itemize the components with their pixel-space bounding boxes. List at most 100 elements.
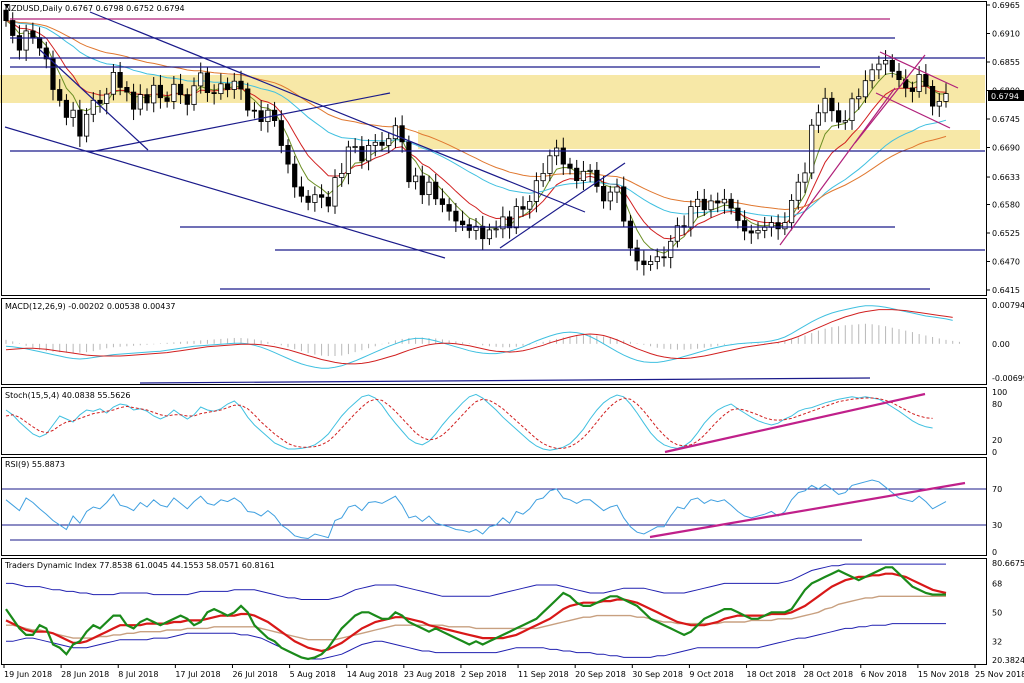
- candle-body: [90, 99, 96, 115]
- candle-body: [406, 141, 412, 183]
- price-tick-label: 0.6855: [992, 58, 1020, 67]
- candle-body: [688, 206, 694, 228]
- candle-body: [130, 91, 137, 110]
- candle-body: [708, 200, 714, 211]
- candle-body: [607, 191, 613, 202]
- x-tick-label: 5 Aug 2018: [290, 670, 336, 679]
- candle-body: [312, 194, 318, 203]
- price-tick-label: 0.6470: [992, 258, 1020, 267]
- candle-body: [231, 80, 237, 90]
- macd-label: MACD(12,26,9) -0.00202 0.00538 0.00437: [5, 302, 176, 311]
- candle-body: [352, 146, 358, 148]
- x-tick-label: 6 Nov 2018: [861, 670, 907, 679]
- candle-body: [936, 101, 942, 107]
- candle-body: [621, 186, 627, 222]
- candle-body: [433, 181, 439, 200]
- candle-body: [486, 229, 493, 240]
- x-tick-label: 30 Sep 2018: [632, 670, 683, 679]
- price-title: NZDUSD,Daily 0.6767 0.6798 0.6752 0.6794: [5, 4, 185, 13]
- macd-tick-label: 0.00794: [992, 301, 1024, 310]
- tdi-tick-label: 32: [992, 637, 1002, 646]
- candle-body: [70, 109, 76, 118]
- candle-body: [372, 141, 378, 146]
- x-tick-label: 28 Jun 2018: [61, 670, 109, 679]
- candle-body: [648, 261, 654, 265]
- candle-body: [654, 256, 660, 262]
- candle-body: [748, 230, 754, 234]
- candle-body: [30, 30, 36, 38]
- stoch-tick-label: 80: [992, 400, 1002, 409]
- candle-body: [84, 113, 90, 137]
- rsi-tick-label: 70: [992, 485, 1002, 494]
- candle-body: [601, 185, 607, 202]
- x-tick-label: 8 Jul 2018: [118, 670, 158, 679]
- candle-body: [104, 93, 110, 104]
- candle-body: [110, 72, 116, 95]
- price-tick-label: 0.6800: [992, 87, 1020, 96]
- candle-body: [184, 94, 190, 105]
- candle-body: [339, 172, 345, 178]
- x-tick-label: 25 Nov 2018: [975, 670, 1024, 679]
- candle-body: [815, 112, 822, 126]
- candle-body: [137, 94, 143, 110]
- candle-body: [204, 72, 210, 94]
- candle-body: [171, 83, 177, 102]
- candle-body: [695, 198, 701, 208]
- rsi-tick-label: 0: [992, 548, 997, 557]
- candle-body: [23, 30, 29, 51]
- x-tick-label: 17 Jul 2018: [175, 670, 220, 679]
- candle-body: [547, 155, 553, 174]
- candle-body: [567, 163, 573, 169]
- x-tick-label: 14 Aug 2018: [347, 670, 398, 679]
- price-tick-label: 0.6690: [992, 144, 1020, 153]
- candle-body: [278, 120, 284, 146]
- candle-body: [755, 229, 761, 234]
- candle-body: [325, 196, 331, 207]
- x-tick-label: 26 Jul 2018: [232, 670, 277, 679]
- candle-body: [614, 186, 620, 193]
- candle-body: [392, 125, 399, 140]
- tdi-tick-label: 68: [992, 579, 1002, 588]
- candle-body: [856, 96, 862, 100]
- rsi-tick-label: 30: [992, 521, 1002, 530]
- candle-body: [923, 74, 929, 87]
- tdi-tick-label: 50: [992, 608, 1002, 617]
- candle-body: [540, 172, 546, 182]
- candle-body: [144, 94, 150, 104]
- chart-svg: NZDUSD,Daily 0.6767 0.6798 0.6752 0.6794…: [0, 0, 1024, 683]
- candle-body: [789, 199, 795, 224]
- candle-body: [533, 180, 540, 202]
- candle-body: [782, 222, 788, 230]
- candle-body: [842, 120, 848, 123]
- candle-body: [459, 220, 466, 226]
- candle-body: [379, 141, 385, 146]
- candle-body: [412, 175, 419, 183]
- candle-body: [883, 60, 889, 65]
- demand-zone: [418, 130, 980, 149]
- candle-body: [574, 167, 580, 181]
- candle-body: [520, 206, 526, 210]
- candle-body: [238, 80, 244, 90]
- candle-body: [157, 84, 163, 99]
- candle-body: [493, 228, 499, 231]
- candle-body: [762, 226, 768, 231]
- price-tick-label: 0.6525: [992, 229, 1020, 238]
- candle-body: [742, 220, 748, 232]
- price-tick-label: 0.6633: [992, 173, 1020, 182]
- candle-body: [117, 72, 123, 88]
- candle-body: [124, 87, 130, 93]
- candle-body: [661, 256, 667, 259]
- candle-body: [822, 97, 828, 114]
- candle-body: [641, 260, 647, 265]
- candle-body: [191, 85, 197, 105]
- candle-body: [211, 92, 217, 94]
- stoch-tick-label: 20: [992, 436, 1002, 445]
- candle-body: [587, 169, 593, 172]
- candle-body: [426, 181, 432, 195]
- candle-body: [446, 204, 452, 212]
- x-tick-label: 28 Oct 2018: [804, 670, 853, 679]
- macd-tick-label: -0.00699: [992, 374, 1024, 383]
- tdi-tick-label: 20.3824: [992, 656, 1024, 665]
- price-tick-label: 0.6580: [992, 201, 1020, 210]
- candle-body: [419, 175, 425, 196]
